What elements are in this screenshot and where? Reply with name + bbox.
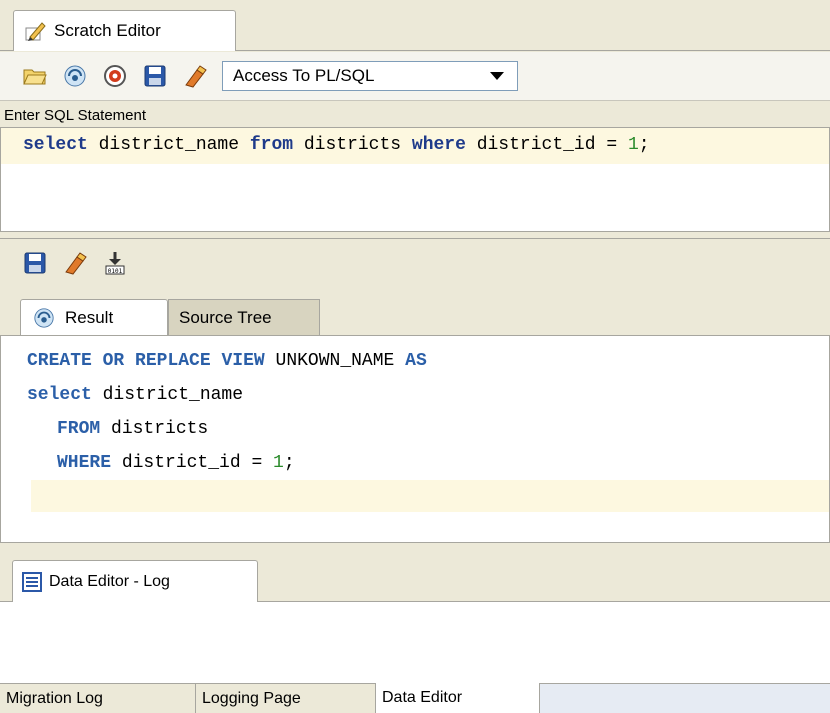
result-code-view[interactable]: CREATE OR REPLACE VIEW UNKOWN_NAME AS se… bbox=[0, 335, 830, 543]
run-target-icon[interactable] bbox=[102, 63, 128, 89]
code-line-3: FROM districts bbox=[1, 412, 829, 446]
tab-data-editor-log[interactable]: Data Editor - Log bbox=[12, 560, 258, 602]
sql-keyword: CREATE bbox=[27, 351, 92, 371]
sql-text: district_id = bbox=[111, 453, 274, 473]
tab-logging-page[interactable]: Logging Page bbox=[196, 683, 376, 713]
save-icon[interactable] bbox=[142, 63, 168, 89]
export-binary-icon[interactable]: 0101 bbox=[102, 250, 128, 276]
result-toolbar: 0101 bbox=[0, 239, 830, 287]
sql-text: districts bbox=[100, 419, 209, 439]
tab-migration-log[interactable]: Migration Log bbox=[0, 683, 196, 713]
eraser-icon[interactable] bbox=[62, 250, 88, 276]
tab-scratch-editor[interactable]: Scratch Editor bbox=[13, 10, 236, 51]
svg-text:0101: 0101 bbox=[108, 268, 123, 275]
chevron-down-icon[interactable] bbox=[477, 72, 517, 80]
sql-line: select district_name from districts wher… bbox=[1, 128, 829, 164]
code-line-2: select district_name bbox=[1, 378, 829, 412]
sql-keyword: FROM bbox=[57, 419, 101, 439]
splitter-handle[interactable] bbox=[0, 232, 830, 239]
sql-keyword: VIEW bbox=[221, 351, 265, 371]
log-tab-strip: Data Editor - Log bbox=[0, 550, 830, 602]
log-list-icon bbox=[19, 569, 45, 595]
result-tab-strip: Result Source Tree bbox=[0, 287, 830, 335]
code-line-1: CREATE OR REPLACE VIEW UNKOWN_NAME AS bbox=[1, 344, 829, 378]
sql-text: ; bbox=[638, 135, 650, 155]
sql-text: district_name bbox=[91, 385, 244, 405]
sql-keyword: REPLACE bbox=[135, 351, 211, 371]
sql-text: ; bbox=[283, 453, 295, 473]
tab-data-editor[interactable]: Data Editor bbox=[376, 683, 540, 713]
connection-icon bbox=[31, 305, 57, 331]
sql-keyword: WHERE bbox=[57, 453, 112, 473]
sql-keyword: AS bbox=[405, 351, 427, 371]
sql-statement-editor[interactable]: select district_name from districts wher… bbox=[0, 127, 830, 232]
tab-scratch-editor-label: Scratch Editor bbox=[54, 21, 161, 40]
tab-source-tree[interactable]: Source Tree bbox=[168, 299, 320, 335]
sql-keyword: select bbox=[27, 385, 92, 405]
log-content bbox=[0, 602, 830, 683]
connection-icon[interactable] bbox=[62, 63, 88, 89]
sql-keyword: OR bbox=[102, 351, 125, 371]
tab-data-editor-log-label: Data Editor - Log bbox=[49, 572, 170, 590]
view-name: UNKOWN_NAME bbox=[275, 351, 395, 371]
tab-source-tree-label: Source Tree bbox=[179, 307, 272, 327]
sql-text: districts bbox=[293, 135, 412, 155]
current-line-highlight bbox=[31, 480, 829, 512]
editor-tab-strip: Scratch Editor bbox=[0, 0, 830, 52]
sql-number: 1 bbox=[627, 135, 639, 155]
pencil-edit-icon bbox=[22, 18, 48, 44]
save-icon[interactable] bbox=[22, 250, 48, 276]
tab-migration-log-label: Migration Log bbox=[6, 689, 103, 707]
tab-result-label: Result bbox=[65, 307, 114, 327]
bottom-tab-filler bbox=[540, 683, 830, 713]
tab-logging-page-label: Logging Page bbox=[202, 689, 301, 707]
sql-keyword: where bbox=[411, 135, 466, 155]
translation-select-value: Access To PL/SQL bbox=[233, 66, 375, 85]
sql-text: district_name bbox=[87, 135, 250, 155]
sql-label: Enter SQL Statement bbox=[0, 103, 830, 127]
sql-keyword: from bbox=[249, 135, 294, 155]
sql-number: 1 bbox=[273, 453, 284, 473]
code-line-4: WHERE district_id = 1; bbox=[1, 446, 829, 480]
sql-keyword: select bbox=[23, 135, 88, 155]
tab-data-editor-label: Data Editor bbox=[382, 689, 463, 706]
sql-text: district_id = bbox=[465, 135, 628, 155]
eraser-icon[interactable] bbox=[182, 63, 208, 89]
translation-select[interactable]: Access To PL/SQL bbox=[222, 61, 518, 91]
main-toolbar: Access To PL/SQL bbox=[0, 52, 830, 101]
open-folder-icon[interactable] bbox=[22, 63, 48, 89]
tab-result[interactable]: Result bbox=[20, 299, 168, 335]
